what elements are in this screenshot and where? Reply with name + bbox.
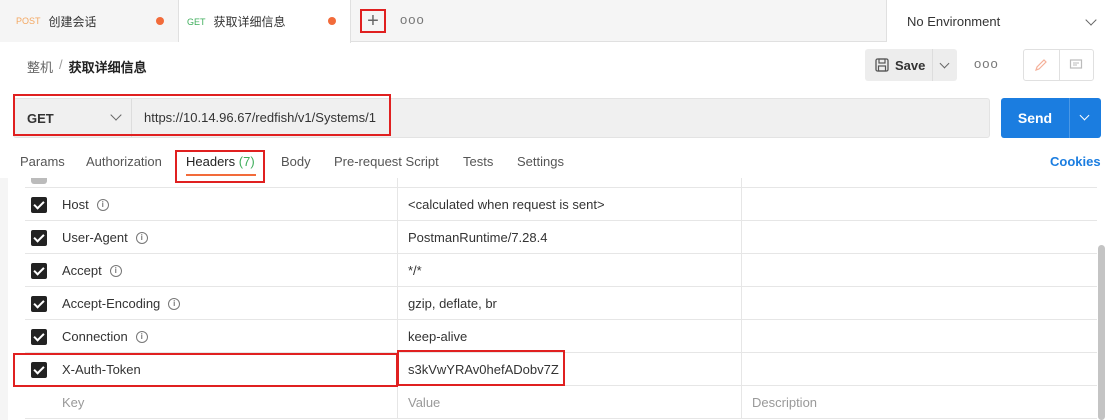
table-row: Accept i */*: [25, 254, 1097, 287]
info-icon[interactable]: i: [109, 264, 122, 277]
header-value[interactable]: PostmanRuntime/7.28.4: [397, 221, 741, 254]
tab-label: Tests: [463, 154, 494, 169]
table-row-empty: Key Value Description: [25, 386, 1097, 419]
send-label: Send: [1017, 110, 1053, 126]
tab-bar: POST 创建会话 GET 获取详细信息 + ooo No Environmen…: [0, 0, 1109, 43]
checkbox[interactable]: [31, 196, 47, 213]
header-value[interactable]: keep-alive: [397, 320, 741, 353]
breadcrumb-collection[interactable]: 整机: [27, 57, 53, 76]
header-description[interactable]: [741, 320, 1097, 353]
info-icon[interactable]: i: [135, 330, 148, 343]
edit-button[interactable]: [1024, 50, 1059, 80]
request-tab-get-details[interactable]: GET 获取详细信息: [179, 0, 351, 43]
token-value-highlight-box: [397, 350, 565, 386]
checkbox[interactable]: [31, 178, 47, 184]
tab-label: Params: [20, 154, 65, 169]
checkbox[interactable]: [31, 229, 47, 246]
send-options-chevron-icon[interactable]: [1069, 98, 1101, 138]
tab-method-label: GET: [187, 16, 206, 27]
tab-more-icon[interactable]: ooo: [400, 12, 425, 27]
header-description[interactable]: [741, 221, 1097, 254]
header-value[interactable]: gzip, deflate, br: [397, 287, 741, 320]
tab-settings[interactable]: Settings: [517, 154, 564, 169]
table-row: User-Agent i PostmanRuntime/7.28.4: [25, 221, 1097, 254]
checkbox[interactable]: [31, 328, 47, 345]
plus-icon: +: [367, 10, 379, 32]
checkbox[interactable]: [31, 295, 47, 312]
header-key[interactable]: Accept i: [62, 254, 398, 287]
header-description[interactable]: [741, 287, 1097, 320]
unsaved-dot-icon: [328, 17, 336, 25]
key-placeholder[interactable]: Key: [62, 386, 398, 419]
tab-label: Pre-request Script: [334, 154, 439, 169]
url-highlight-box: [13, 94, 391, 136]
tab-authorization[interactable]: Authorization: [86, 154, 162, 169]
tab-label: Authorization: [86, 154, 162, 169]
vertical-scrollbar[interactable]: [1098, 245, 1105, 420]
request-config-tabs: Params Authorization Headers (7) Body Pr…: [0, 148, 1109, 178]
new-tab-button[interactable]: +: [360, 9, 386, 33]
side-panel-buttons: [1023, 49, 1094, 81]
header-key[interactable]: Accept-Encoding i: [62, 287, 398, 320]
pencil-icon: [1035, 59, 1048, 71]
breadcrumb: 整机 / 获取详细信息: [27, 57, 147, 76]
tab-tests[interactable]: Tests: [463, 154, 493, 169]
tab-method-label: POST: [16, 16, 41, 26]
comment-icon: [1070, 59, 1083, 69]
tab-params[interactable]: Params: [20, 154, 65, 169]
tab-title: 创建会话: [48, 14, 97, 29]
left-gutter: [0, 178, 8, 420]
request-tab-create-session[interactable]: POST 创建会话: [0, 0, 179, 42]
environment-select[interactable]: No Environment: [886, 0, 1109, 42]
table-row: Host i <calculated when request is sent>: [25, 188, 1097, 221]
tab-title: 获取详细信息: [213, 15, 286, 29]
checkbox[interactable]: [31, 262, 47, 279]
token-key-highlight-box: [13, 353, 398, 387]
table-row-partial: [25, 178, 1097, 188]
header-key[interactable]: Host i: [62, 188, 398, 221]
save-label: Save: [895, 57, 926, 73]
header-description[interactable]: [741, 188, 1097, 221]
header-value[interactable]: <calculated when request is sent>: [397, 188, 741, 221]
comments-button[interactable]: [1058, 50, 1094, 80]
cookies-link[interactable]: Cookies: [1050, 154, 1101, 169]
breadcrumb-separator: /: [59, 57, 63, 72]
info-icon[interactable]: i: [96, 198, 109, 211]
table-row: Accept-Encoding i gzip, deflate, br: [25, 287, 1097, 320]
value-placeholder[interactable]: Value: [397, 386, 741, 419]
tab-body[interactable]: Body: [281, 154, 311, 169]
header-value[interactable]: */*: [397, 254, 741, 287]
table-row: Connection i keep-alive: [25, 320, 1097, 353]
info-icon[interactable]: i: [168, 297, 181, 310]
tab-pre-request-script[interactable]: Pre-request Script: [334, 154, 439, 169]
environment-label: No Environment: [907, 13, 1001, 29]
tab-label: Settings: [517, 154, 564, 169]
save-options-chevron-icon[interactable]: [933, 49, 957, 81]
header-description[interactable]: [741, 254, 1097, 287]
header-key[interactable]: Connection i: [62, 320, 398, 353]
more-actions-icon[interactable]: ooo: [974, 56, 999, 71]
save-group: Save: [865, 49, 957, 81]
tab-label: Body: [281, 154, 311, 169]
breadcrumb-request-name[interactable]: 获取详细信息: [69, 57, 147, 76]
info-icon[interactable]: i: [135, 231, 148, 244]
description-placeholder[interactable]: Description: [741, 386, 1097, 419]
save-button[interactable]: Save: [865, 49, 933, 81]
chevron-down-icon: [1085, 14, 1097, 26]
send-button[interactable]: Send: [1001, 98, 1101, 138]
unsaved-dot-icon: [156, 17, 164, 25]
save-icon: [875, 58, 889, 72]
header-description[interactable]: [741, 353, 1097, 386]
header-key[interactable]: User-Agent i: [62, 221, 398, 254]
